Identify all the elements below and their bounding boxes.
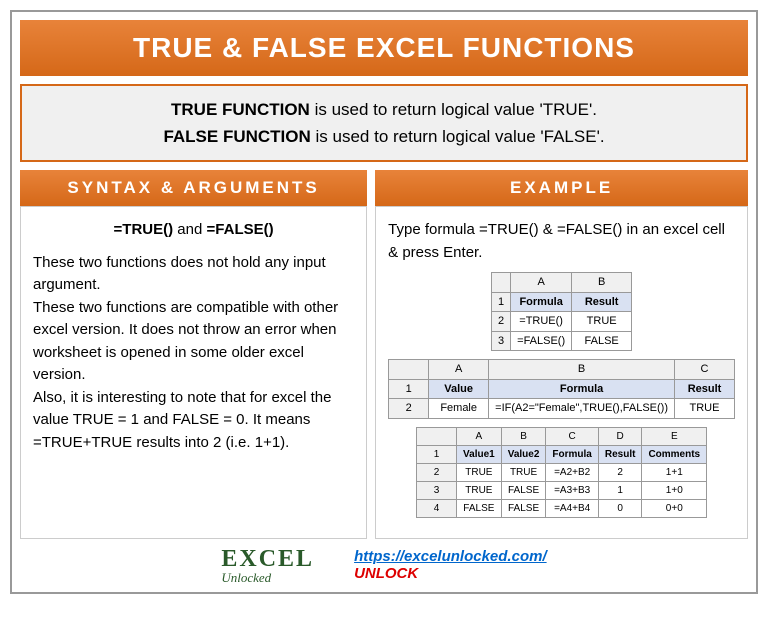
- row-header: 1: [389, 379, 429, 399]
- cell: 1+1: [642, 463, 707, 481]
- row-header: 1: [492, 292, 511, 312]
- col-header: C: [546, 427, 598, 445]
- cell: Formula: [546, 445, 598, 463]
- cell: =A2+B2: [546, 463, 598, 481]
- cell: FALSE: [501, 499, 546, 517]
- cell: Value: [429, 379, 489, 399]
- cell: =A3+B3: [546, 481, 598, 499]
- cell: 0+0: [642, 499, 707, 517]
- cell: =FALSE(): [511, 331, 572, 351]
- col-header: B: [501, 427, 546, 445]
- cell: Result: [675, 379, 735, 399]
- cell: Value1: [457, 445, 502, 463]
- cell: Value2: [501, 445, 546, 463]
- example-body: Type formula =TRUE() & =FALSE() in an ex…: [375, 206, 748, 539]
- excel-table-2: A B C 1 Value Formula Result 2 Female =I…: [388, 359, 735, 419]
- cell-corner: [417, 427, 457, 445]
- formula-true: =TRUE(): [114, 221, 174, 238]
- cell: TRUE: [572, 312, 632, 332]
- logo-top: EXCEL: [221, 547, 314, 571]
- cell: 0: [598, 499, 642, 517]
- cell: =IF(A2="Female",TRUE(),FALSE()): [489, 399, 675, 419]
- example-header: EXAMPLE: [375, 170, 748, 206]
- col-header: C: [675, 360, 735, 380]
- cell: TRUE: [501, 463, 546, 481]
- formula-false: =FALSE(): [207, 221, 274, 238]
- cell: 2: [598, 463, 642, 481]
- cell: Result: [572, 292, 632, 312]
- row-header: 1: [417, 445, 457, 463]
- unlock-text: UNLOCK: [354, 565, 547, 582]
- cell: Formula: [511, 292, 572, 312]
- col-header: B: [572, 273, 632, 293]
- main-title: TRUE & FALSE EXCEL FUNCTIONS: [20, 20, 748, 76]
- cell: Female: [429, 399, 489, 419]
- cell: 1+0: [642, 481, 707, 499]
- site-url[interactable]: https://excelunlocked.com/: [354, 548, 547, 565]
- false-function-desc: is used to return logical value 'FALSE'.: [311, 127, 605, 146]
- col-header: E: [642, 427, 707, 445]
- syntax-body: =TRUE() and =FALSE() These two functions…: [20, 206, 367, 539]
- footer-links: https://excelunlocked.com/ UNLOCK: [354, 548, 547, 582]
- cell: TRUE: [457, 463, 502, 481]
- row-header: 3: [417, 481, 457, 499]
- cell: TRUE: [675, 399, 735, 419]
- and-text: and: [173, 221, 206, 238]
- syntax-column: SYNTAX & ARGUMENTS =TRUE() and =FALSE() …: [20, 170, 367, 539]
- excel-table-3: A B C D E 1 Value1 Value2 Formula Result…: [416, 427, 707, 518]
- cell: FALSE: [572, 331, 632, 351]
- logo-bottom: Unlocked: [221, 571, 314, 584]
- col-header: A: [511, 273, 572, 293]
- cell: 1: [598, 481, 642, 499]
- row-header: 4: [417, 499, 457, 517]
- cell: TRUE: [457, 481, 502, 499]
- columns: SYNTAX & ARGUMENTS =TRUE() and =FALSE() …: [20, 170, 748, 539]
- row-header: 3: [492, 331, 511, 351]
- infographic-container: TRUE & FALSE EXCEL FUNCTIONS TRUE FUNCTI…: [10, 10, 758, 594]
- syntax-formula-line: =TRUE() and =FALSE(): [33, 219, 354, 242]
- logo: EXCEL Unlocked: [221, 547, 314, 584]
- col-header: A: [429, 360, 489, 380]
- intro-box: TRUE FUNCTION is used to return logical …: [20, 84, 748, 162]
- cell: Formula: [489, 379, 675, 399]
- intro-line-1: TRUE FUNCTION is used to return logical …: [42, 96, 726, 123]
- row-header: 2: [417, 463, 457, 481]
- intro-line-2: FALSE FUNCTION is used to return logical…: [42, 123, 726, 150]
- example-intro: Type formula =TRUE() & =FALSE() in an ex…: [388, 219, 735, 264]
- example-column: EXAMPLE Type formula =TRUE() & =FALSE() …: [375, 170, 748, 539]
- excel-table-1: A B 1 Formula Result 2 =TRUE() TRUE 3: [491, 272, 632, 351]
- row-header: 2: [492, 312, 511, 332]
- cell: Result: [598, 445, 642, 463]
- col-header: B: [489, 360, 675, 380]
- col-header: D: [598, 427, 642, 445]
- cell: FALSE: [457, 499, 502, 517]
- cell: Comments: [642, 445, 707, 463]
- col-header: A: [457, 427, 502, 445]
- true-function-label: TRUE FUNCTION: [171, 100, 310, 119]
- true-function-desc: is used to return logical value 'TRUE'.: [310, 100, 597, 119]
- footer: EXCEL Unlocked https://excelunlocked.com…: [20, 539, 748, 584]
- cell-corner: [389, 360, 429, 380]
- row-header: 2: [389, 399, 429, 419]
- cell: FALSE: [501, 481, 546, 499]
- false-function-label: FALSE FUNCTION: [163, 127, 310, 146]
- syntax-para-2: These two functions are compatible with …: [33, 297, 354, 387]
- syntax-header: SYNTAX & ARGUMENTS: [20, 170, 367, 206]
- syntax-para-3: Also, it is interesting to note that for…: [33, 387, 354, 455]
- syntax-para-1: These two functions does not hold any in…: [33, 252, 354, 297]
- cell-corner: [492, 273, 511, 293]
- cell: =TRUE(): [511, 312, 572, 332]
- cell: =A4+B4: [546, 499, 598, 517]
